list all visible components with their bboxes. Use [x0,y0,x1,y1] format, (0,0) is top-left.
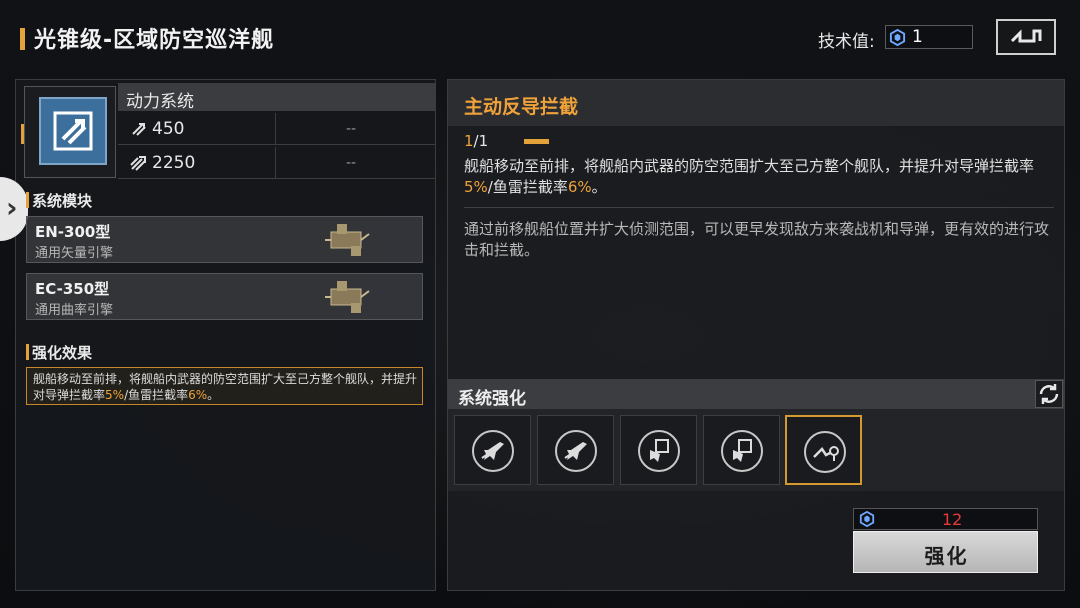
title-accent-bar [20,28,25,50]
enhance-slot-4[interactable] [703,415,780,485]
module-desc: 通用曲率引擎 [35,303,114,318]
effect-text: 舰船移动至前排，将舰船内武器的防空范围扩大至己方整个舰队，并提升对导弹拦截率5%… [33,372,418,402]
enhance-slot-5[interactable] [785,415,862,485]
tech-value-label: 技术值: [818,32,875,52]
module-name: EN-300型 [35,223,111,241]
module-name: EC-350型 [35,280,110,298]
expand-side-button[interactable]: › [0,177,28,241]
divider [464,207,1054,208]
system-info-panel: 动力系统 450 -- 2250 -- › 系统模块 EN-300型 通用矢量引… [0,79,436,591]
tech-gem-icon [859,511,875,527]
effect-title: 强化效果 [32,344,93,362]
engine-thrust-icon [39,97,107,165]
enhance-title: 系统强化 [458,389,526,409]
engine-module-icon [325,224,370,256]
refresh-icon [1039,384,1059,404]
skill-name: 主动反导拦截 [464,96,579,118]
enhance-slot-1[interactable] [454,415,531,485]
enhance-slot-3[interactable] [620,415,697,485]
enhance-button[interactable]: 强化 [853,531,1038,573]
stat-row: 450 -- [118,113,436,145]
system-name-bar: 动力系统 [118,83,436,112]
stat-row: 2250 -- [118,147,436,179]
effect-description-box: 舰船移动至前排，将舰船内武器的防空范围扩大至己方整个舰队，并提升对导弹拦截率5%… [26,367,423,405]
torpedo-intercept-value: 6% [567,178,592,196]
boost-icon [130,156,146,171]
missile-intercept-value: 5% [464,178,488,196]
cost-box: 12 [853,508,1038,530]
fighter-icon [564,442,587,460]
skill-note: 通过前移舰船位置并扩大侦测范围，可以更早发现敌方来袭战机和导弹，更有效的进行攻击… [464,220,1050,259]
tech-value-box: 1 [885,25,973,49]
enhance-slot-2[interactable] [537,415,614,485]
speed-value: 450 [152,119,185,139]
skill-header: 主动反导拦截 [448,80,1064,126]
fighter-icon [481,442,504,460]
drone-shield-icon [650,439,669,462]
tech-gem-icon [889,29,906,46]
boost-value: 2250 [152,153,196,173]
boost-next-value: -- [346,155,357,171]
system-icon-frame [24,86,116,178]
back-button[interactable] [996,19,1056,55]
drone-shield-icon [733,439,752,462]
engine-module-icon [325,281,370,313]
enhance-header: 系统强化 [448,379,1064,409]
module-item-en300[interactable]: EN-300型 通用矢量引擎 [26,216,423,263]
back-arrow-icon [1010,29,1042,43]
enhance-button-label: 强化 [924,544,969,568]
section-accent-bar [26,344,29,360]
system-accent-bar [21,124,24,144]
speed-icon [132,123,146,136]
missile-intercept-value: 5% [105,388,125,402]
system-name: 动力系统 [126,92,194,112]
section-accent-bar [26,192,29,208]
speed-next-value: -- [346,121,357,137]
skill-description: 舰船移动至前排，将舰船内武器的防空范围扩大至己方整个舰队，并提升对导弹拦截率5%… [464,157,1035,196]
skill-detail-panel: 主动反导拦截 1/1 舰船移动至前排，将舰船内武器的防空范围扩大至己方整个舰队，… [447,79,1065,591]
modules-title: 系统模块 [32,192,93,210]
torpedo-intercept-value: 6% [188,388,208,402]
refresh-button[interactable] [1035,380,1063,408]
skill-level-bar [524,139,549,144]
chevron-right-icon: › [6,191,18,224]
skill-level: 1/1 [464,132,489,150]
tech-value: 1 [912,27,923,47]
move-forward-icon [813,446,839,461]
module-desc: 通用矢量引擎 [35,246,114,261]
cost-value: 12 [942,510,963,529]
module-item-ec350[interactable]: EC-350型 通用曲率引擎 [26,273,423,320]
enhance-slots [448,409,1064,491]
page-title: 光锥级-区域防空巡洋舰 [34,28,275,53]
